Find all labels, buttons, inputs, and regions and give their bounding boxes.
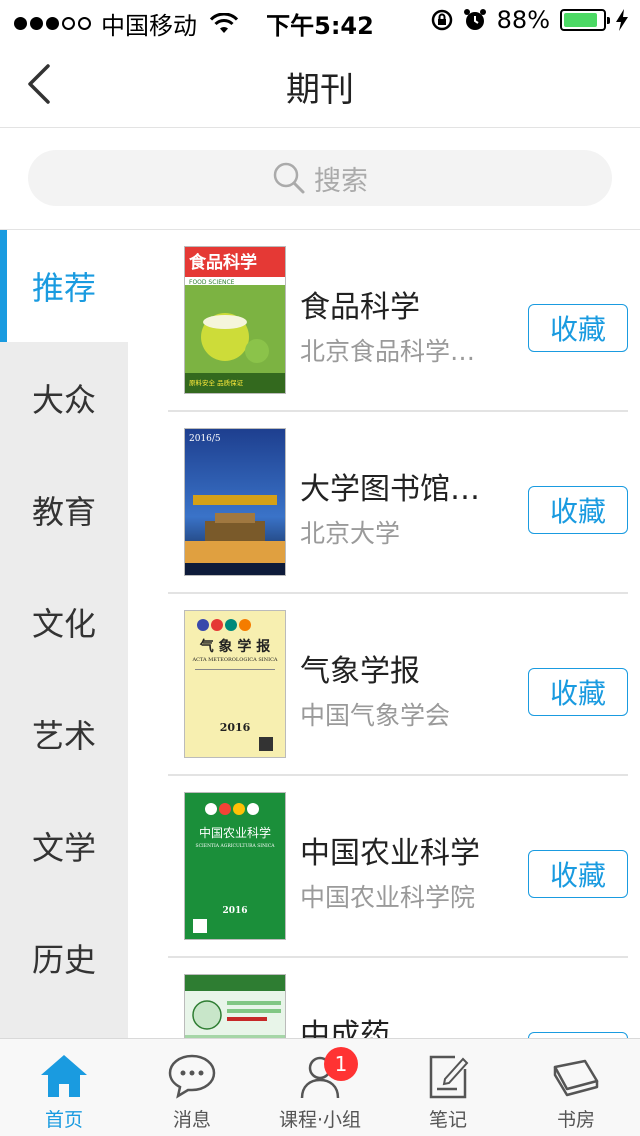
svg-text:中国农业科学: 中国农业科学 — [199, 825, 271, 840]
favorite-button[interactable]: 收藏 — [528, 668, 628, 716]
search-container: 搜索 — [0, 128, 640, 230]
tab-label: 书房 — [556, 1109, 595, 1131]
tab-home[interactable]: 首页 — [0, 1039, 128, 1136]
favorite-button[interactable]: 收藏 — [528, 486, 628, 534]
journal-info: 中国农业科学 中国农业科学院 — [300, 828, 490, 914]
alarm-clock-icon — [463, 9, 486, 30]
journal-cover[interactable] — [184, 974, 286, 1038]
search-placeholder: 搜索 — [314, 165, 368, 197]
battery-percent: 88% — [496, 6, 550, 34]
journal-title: 气象学报 — [300, 654, 420, 689]
svg-text:气 象 学 报: 气 象 学 报 — [199, 638, 271, 655]
sidebar-item-label: 大众 — [31, 381, 96, 419]
journal-info: 中成药 — [300, 1010, 490, 1038]
tab-label: 笔记 — [428, 1109, 467, 1131]
journal-row[interactable]: 食品科学 FOOD SCIENCE 原料安全 品质保证 食品科学 北京食品科学研… — [168, 230, 628, 412]
journal-cover[interactable]: 食品科学 FOOD SCIENCE 原料安全 品质保证 — [184, 246, 286, 394]
journal-publisher: 中国农业科学院 — [300, 883, 476, 912]
tab-study[interactable]: 书房 — [512, 1039, 640, 1136]
note-edit-icon — [429, 1055, 469, 1099]
sidebar-item-popular[interactable]: 大众 — [0, 342, 128, 454]
journal-row[interactable]: 2016/5 大学图书馆学报 北京大学 收藏 — [168, 412, 628, 594]
svg-text:FOOD SCIENCE: FOOD SCIENCE — [189, 279, 235, 286]
journal-row[interactable]: 中国农业科学 SCIENTIA AGRICULTURA SINICA 2016 … — [168, 776, 628, 958]
page-title: 期刊 — [286, 70, 354, 110]
battery-icon — [560, 9, 610, 31]
journal-title: 中国农业科学 — [300, 836, 480, 871]
sidebar-item-history[interactable]: 历史 — [0, 902, 128, 1014]
svg-text:2016: 2016 — [222, 906, 247, 916]
status-right: 88% — [431, 6, 628, 34]
svg-text:原料安全 品质保证: 原料安全 品质保证 — [189, 378, 244, 387]
books-icon — [553, 1059, 599, 1097]
journal-info: 食品科学 北京食品科学研究院 — [300, 282, 490, 368]
sidebar-item-label: 文化 — [31, 605, 96, 643]
journal-publisher: 北京大学 — [300, 519, 401, 548]
sidebar-item-culture[interactable]: 文化 — [0, 566, 128, 678]
sidebar-item-label: 推荐 — [31, 269, 96, 307]
journal-row[interactable]: 气 象 学 报 ACTA METEOROLOGICA SINICA 2016 气… — [168, 594, 628, 776]
bottom-tab-bar: 首页 消息 1 课程·小组 笔记 书房 — [0, 1038, 640, 1136]
search-icon — [273, 162, 305, 194]
sidebar-item-label: 教育 — [31, 493, 96, 531]
navigation-bar: 期刊 — [0, 40, 640, 128]
sidebar-item-label: 文学 — [31, 829, 96, 867]
rotation-lock-icon — [431, 9, 452, 31]
journal-title: 食品科学 — [300, 290, 420, 325]
journal-cover[interactable]: 中国农业科学 SCIENTIA AGRICULTURA SINICA 2016 — [184, 792, 286, 940]
journal-cover[interactable]: 2016/5 — [184, 428, 286, 576]
journal-info: 气象学报 中国气象学会 — [300, 646, 490, 732]
tab-courses-groups[interactable]: 1 课程·小组 — [256, 1039, 384, 1136]
category-sidebar: 推荐 大众 教育 文化 艺术 文学 历史 — [0, 230, 128, 1038]
favorite-button[interactable]: 收藏 — [528, 850, 628, 898]
search-input[interactable]: 搜索 — [28, 150, 612, 206]
journal-publisher: 中国气象学会 — [300, 701, 451, 730]
svg-text:SCIENTIA AGRICULTURA SINICA: SCIENTIA AGRICULTURA SINICA — [196, 843, 276, 849]
svg-text:2016: 2016 — [220, 721, 251, 734]
cover-food-science-icon: 食品科学 FOOD SCIENCE 原料安全 品质保证 — [185, 247, 285, 393]
sidebar-item-recommend[interactable]: 推荐 — [0, 230, 128, 342]
cover-meteorology-icon: 气 象 学 报 ACTA METEOROLOGICA SINICA 2016 — [185, 611, 285, 757]
cover-agriculture-icon: 中国农业科学 SCIENTIA AGRICULTURA SINICA 2016 — [185, 793, 285, 939]
notification-badge: 1 — [324, 1047, 358, 1081]
journal-list: 食品科学 FOOD SCIENCE 原料安全 品质保证 食品科学 北京食品科学研… — [128, 230, 640, 1038]
cover-chinese-medicine-icon — [185, 975, 285, 1038]
sidebar-item-education[interactable]: 教育 — [0, 454, 128, 566]
journal-cover[interactable]: 气 象 学 报 ACTA METEOROLOGICA SINICA 2016 — [184, 610, 286, 758]
svg-text:食品科学: 食品科学 — [189, 252, 257, 273]
tab-label: 消息 — [172, 1109, 211, 1131]
tab-label: 首页 — [44, 1109, 83, 1131]
sidebar-item-literature[interactable]: 文学 — [0, 790, 128, 902]
journal-title: 中成药 — [300, 1018, 390, 1038]
chat-bubble-icon — [168, 1054, 216, 1099]
tab-label: 课程·小组 — [278, 1109, 362, 1131]
favorite-button[interactable]: 收藏 — [528, 304, 628, 352]
battery-fill — [564, 13, 598, 27]
sidebar-item-art[interactable]: 艺术 — [0, 678, 128, 790]
tab-notes[interactable]: 笔记 — [384, 1039, 512, 1136]
svg-text:ACTA METEOROLOGICA SINICA: ACTA METEOROLOGICA SINICA — [191, 657, 277, 663]
charging-bolt-icon — [616, 9, 628, 31]
sidebar-item-label: 历史 — [31, 941, 96, 979]
home-icon — [41, 1055, 87, 1097]
svg-text:2016/5: 2016/5 — [189, 434, 221, 444]
cover-library-journal-icon: 2016/5 — [185, 429, 285, 575]
journal-info: 大学图书馆学报 北京大学 — [300, 464, 490, 550]
sidebar-item-label: 艺术 — [31, 717, 96, 755]
journal-publisher: 北京食品科学研究院 — [300, 337, 490, 366]
journal-title: 大学图书馆学报 — [300, 472, 490, 507]
status-bar: 中国移动 下午5:42 88% — [0, 0, 640, 40]
journal-row[interactable]: 中成药 收藏 — [168, 958, 628, 1038]
tab-messages[interactable]: 消息 — [128, 1039, 256, 1136]
